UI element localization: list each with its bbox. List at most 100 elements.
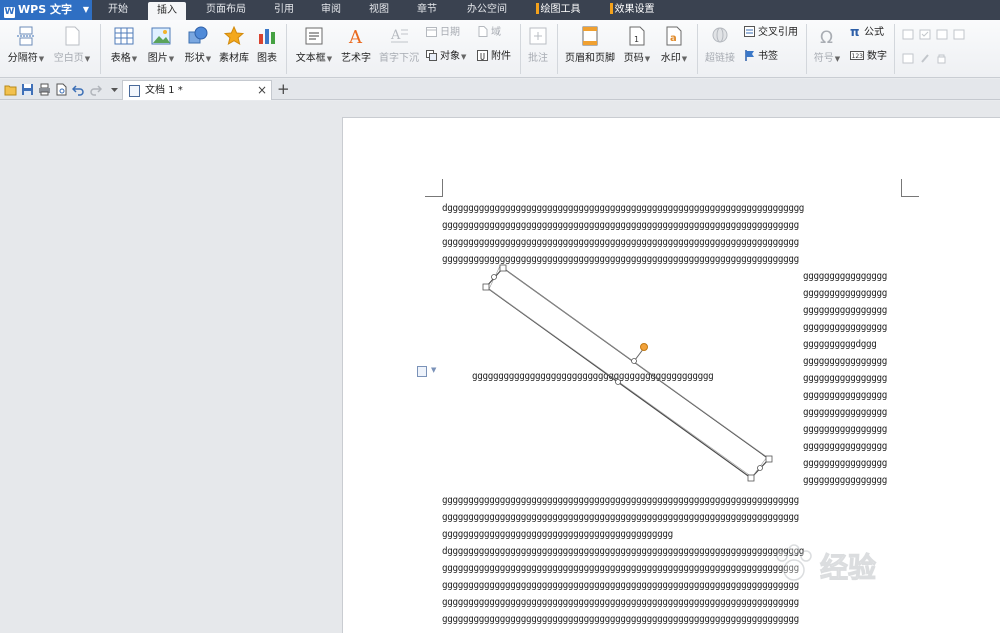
blank-page-icon <box>62 26 82 46</box>
picture-label: 图片 <box>147 53 168 64</box>
number-button[interactable]: 123 数字 <box>850 50 887 64</box>
text-line[interactable]: gggggggggggggggg <box>803 387 903 404</box>
text-line[interactable]: ggggggggggdggg <box>803 336 903 353</box>
document-icon <box>129 85 140 97</box>
watermark-button[interactable]: a 水印▼ <box>657 26 691 64</box>
wps-logo-icon: W <box>4 7 15 18</box>
text-line[interactable]: gggggggggggggggg <box>803 319 903 336</box>
attachment-button[interactable]: 附件 <box>477 50 511 64</box>
tab-drawing-tools[interactable]: 绘图工具 <box>530 0 586 20</box>
omega-icon: Ω <box>817 26 837 48</box>
comment-label: 批注 <box>528 53 548 64</box>
pi-icon: π <box>850 25 861 39</box>
text-line[interactable]: gggggggggggggggg <box>803 438 903 455</box>
text-line[interactable]: gggggggggggggggg <box>803 455 903 472</box>
text-line[interactable]: gggggggggggggggg <box>803 421 903 438</box>
wordart-button[interactable]: A 艺术字 <box>339 26 373 64</box>
cross-reference-button[interactable]: 交叉引用 <box>744 26 798 40</box>
print-icon[interactable] <box>38 83 51 96</box>
text-line[interactable]: gggggggggggggggg <box>803 302 903 319</box>
wordart-label: 艺术字 <box>341 53 371 64</box>
chevron-down-icon[interactable]: ▼ <box>431 366 436 374</box>
text-line[interactable]: gggggggggggggggggggggggggggggggggggggggg… <box>442 217 903 234</box>
text-line[interactable]: gggggggggggggggggggggggggggggggggggggggg… <box>442 594 903 611</box>
page-number-label: 页码 <box>623 53 644 64</box>
dropcap-button[interactable]: A 首字下沉 <box>377 26 421 64</box>
cross-reference-label: 交叉引用 <box>758 27 798 38</box>
shapes-icon <box>188 26 208 46</box>
field-button[interactable]: 域 <box>477 26 501 40</box>
text-line[interactable]: gggggggggggggggg <box>803 370 903 387</box>
header-footer-button[interactable]: 页眉和页脚 <box>562 26 618 64</box>
app-menu-button[interactable]: W WPS 文字 ▼ <box>0 0 92 20</box>
calendar-icon <box>426 26 437 37</box>
hyperlink-button[interactable]: 超链接 <box>702 26 738 64</box>
comment-button[interactable]: 批注 <box>524 26 552 64</box>
form-controls-row-2 <box>902 53 972 65</box>
divider <box>557 24 558 74</box>
divider <box>697 24 698 74</box>
header-footer-label: 页眉和页脚 <box>565 53 615 64</box>
material-library-button[interactable]: 素材库 <box>217 25 251 64</box>
table-button[interactable]: 表格▼ <box>106 26 142 64</box>
chart-button[interactable]: 图表 <box>253 26 281 64</box>
blank-page-button[interactable]: 空白页▼ <box>50 26 94 64</box>
text-line[interactable]: gggggggggggggggggggggggggggggggggggggggg… <box>472 368 782 385</box>
text-line[interactable]: gggggggggggggggggggggggggggggggggggggggg… <box>442 509 903 526</box>
tab-marker <box>609 3 613 14</box>
svg-text:Ω: Ω <box>820 28 833 46</box>
text-line[interactable]: gggggggggggggggg <box>803 285 903 302</box>
bookmark-button[interactable]: 书签 <box>744 50 778 64</box>
date-button[interactable]: 日期 <box>426 26 460 40</box>
tab-references[interactable]: 引用 <box>266 0 302 20</box>
close-icon[interactable]: × <box>257 81 267 100</box>
textbox-icon <box>304 26 324 46</box>
layout-options-icon[interactable] <box>417 366 427 377</box>
ribbon-insert: 分隔符▼ 空白页▼ 表格▼ 图片▼ 形状▼ 素材库 图表 文本框▼ A 艺术字 … <box>0 20 1000 78</box>
tab-drawing-tools-label: 绘图工具 <box>540 4 581 15</box>
undo-icon[interactable] <box>72 83 85 96</box>
text-line[interactable]: gggggggggggggggggggggggggggggggggggggggg… <box>442 526 742 543</box>
formula-button[interactable]: π 公式 <box>850 25 884 40</box>
text-line[interactable]: gggggggggggggggg <box>803 353 903 370</box>
tab-office-space[interactable]: 办公空间 <box>459 0 515 20</box>
text-line[interactable]: gggggggggggggggg <box>803 404 903 421</box>
text-line[interactable]: gggggggggggggggggggggggggggggggggggggggg… <box>442 234 903 251</box>
picture-button[interactable]: 图片▼ <box>143 26 179 64</box>
svg-text:A: A <box>348 27 363 46</box>
document-tab[interactable]: 文档 1 * × <box>122 80 272 100</box>
tab-page-layout[interactable]: 页面布局 <box>200 0 252 20</box>
text-line[interactable]: gggggggggggggggg <box>803 472 903 489</box>
print-preview-icon[interactable] <box>55 83 68 96</box>
tab-home[interactable]: 开始 <box>100 0 136 20</box>
svg-text:a: a <box>670 33 677 44</box>
new-tab-button[interactable]: + <box>277 79 290 99</box>
tab-review[interactable]: 审阅 <box>313 0 349 20</box>
object-button[interactable]: 对象▼ <box>426 50 466 64</box>
formula-label: 公式 <box>864 27 884 38</box>
tab-chapter[interactable]: 章节 <box>409 0 445 20</box>
tab-insert[interactable]: 插入 <box>148 2 186 20</box>
document-tab-title: 文档 1 * <box>145 85 183 96</box>
open-folder-icon[interactable] <box>4 83 17 96</box>
text-line[interactable]: gggggggggggggggg <box>803 268 903 285</box>
symbol-button[interactable]: Ω 符号▼ <box>810 26 844 64</box>
tab-effect-settings[interactable]: 效果设置 <box>604 0 660 20</box>
svg-text:123: 123 <box>852 53 864 60</box>
divider <box>520 24 521 74</box>
page-number-button[interactable]: 1 页码▼ <box>620 26 654 64</box>
text-line[interactable]: gggggggggggggggggggggggggggggggggggggggg… <box>442 251 903 268</box>
textbox-button[interactable]: 文本框▼ <box>292 26 336 64</box>
header-footer-icon <box>580 26 600 46</box>
text-line[interactable]: gggggggggggggggggggggggggggggggggggggggg… <box>442 492 903 509</box>
save-icon[interactable] <box>21 83 34 96</box>
text-line[interactable]: gggggggggggggggggggggggggggggggggggggggg… <box>442 611 903 628</box>
redo-icon[interactable] <box>89 83 102 96</box>
customize-dropdown-icon[interactable] <box>108 83 121 96</box>
text-line[interactable]: dggggggggggggggggggggggggggggggggggggggg… <box>442 200 903 217</box>
number-icon: 123 <box>850 50 864 61</box>
shape-button[interactable]: 形状▼ <box>180 26 216 64</box>
page-break-button[interactable]: 分隔符▼ <box>4 26 48 64</box>
bar-chart-icon <box>257 26 277 46</box>
tab-view[interactable]: 视图 <box>361 0 397 20</box>
